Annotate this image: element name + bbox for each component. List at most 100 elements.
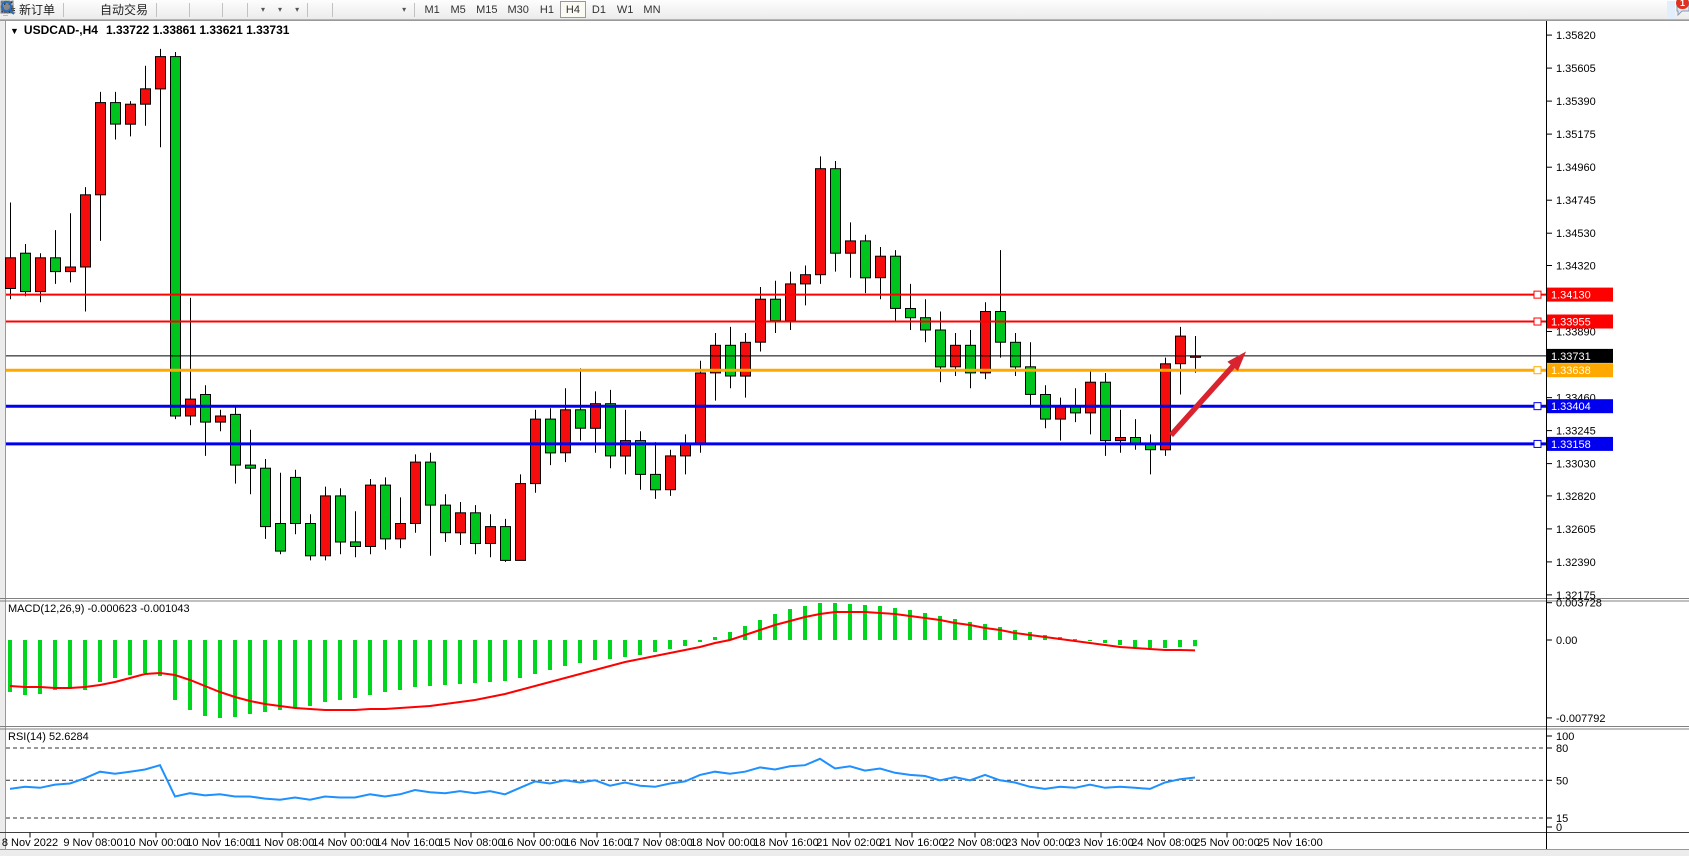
candle bbox=[141, 89, 151, 104]
toolbar-separator bbox=[189, 3, 190, 17]
period-menu-button[interactable]: ▾ bbox=[269, 1, 286, 19]
fibonacci-tool-button[interactable]: F bbox=[369, 1, 377, 19]
candle bbox=[111, 103, 121, 125]
tf-MN[interactable]: MN bbox=[638, 1, 665, 18]
toolbar-separator bbox=[247, 3, 248, 17]
svg-text:8 Nov 2022: 8 Nov 2022 bbox=[2, 837, 58, 849]
price-badge-1.33158: 1.33158 bbox=[1547, 437, 1613, 451]
trendline-tool-button[interactable] bbox=[353, 1, 361, 19]
ohlc-readout: 1.33722 1.33861 1.33621 1.33731 bbox=[106, 23, 290, 37]
candle bbox=[276, 524, 286, 552]
vertical-line-tool-button[interactable] bbox=[337, 1, 345, 19]
price-badge-1.33731: 1.33731 bbox=[1547, 349, 1613, 363]
tf-M30[interactable]: M30 bbox=[503, 1, 534, 18]
svg-text:25 Nov 16:00: 25 Nov 16:00 bbox=[1257, 837, 1322, 849]
svg-text:11 Nov 08:00: 11 Nov 08:00 bbox=[250, 837, 315, 849]
new-order-label: 新订单 bbox=[19, 1, 55, 18]
horizontal-line-tool-button[interactable] bbox=[345, 1, 353, 19]
candle bbox=[351, 542, 361, 547]
dropdown-arrow-icon: ▾ bbox=[261, 5, 265, 14]
hline-handle bbox=[1534, 367, 1541, 374]
candle bbox=[576, 410, 586, 428]
tf-M1[interactable]: M1 bbox=[419, 1, 445, 18]
candle bbox=[216, 416, 226, 422]
svg-text:15 Nov 08:00: 15 Nov 08:00 bbox=[438, 837, 503, 849]
candle bbox=[306, 524, 316, 556]
candle bbox=[906, 309, 916, 318]
candle bbox=[1176, 336, 1186, 364]
mt-terminal: { "toolbar": { "new_order": "新订单", "auto… bbox=[0, 0, 1689, 856]
zoom-out-button[interactable] bbox=[202, 1, 210, 19]
auto-scroll-button[interactable] bbox=[227, 1, 235, 19]
candle bbox=[6, 258, 16, 289]
svg-text:1.34130: 1.34130 bbox=[1551, 290, 1591, 302]
tile-windows-button[interactable] bbox=[210, 1, 218, 19]
svg-text:16 Nov 00:00: 16 Nov 00:00 bbox=[501, 837, 566, 849]
svg-text:14 Nov 00:00: 14 Nov 00:00 bbox=[312, 837, 377, 849]
notifications-button[interactable]: 1 bbox=[1675, 1, 1683, 19]
price-badge-1.33955: 1.33955 bbox=[1547, 315, 1613, 329]
candle bbox=[126, 104, 136, 124]
svg-text:1.33030: 1.33030 bbox=[1556, 459, 1596, 471]
svg-text:18 Nov 00:00: 18 Nov 00:00 bbox=[690, 837, 755, 849]
svg-text:-0.007792: -0.007792 bbox=[1556, 713, 1606, 725]
collapse-icon[interactable]: ▼ bbox=[10, 26, 19, 36]
chart-shift-button[interactable] bbox=[235, 1, 243, 19]
toolbar-separator bbox=[222, 3, 223, 17]
candle bbox=[831, 169, 841, 254]
toolbar-separator bbox=[63, 3, 64, 17]
template-menu-button[interactable]: ▾ bbox=[286, 1, 303, 19]
crosshair-tool-button[interactable] bbox=[320, 1, 328, 19]
price-badge-1.34130: 1.34130 bbox=[1547, 288, 1613, 302]
cursor-tool-button[interactable] bbox=[312, 1, 320, 19]
tf-W1[interactable]: W1 bbox=[612, 1, 639, 18]
search-button[interactable] bbox=[1667, 1, 1675, 19]
autotrading-label: 自动交易 bbox=[100, 1, 148, 18]
svg-text:23 Nov 00:00: 23 Nov 00:00 bbox=[1005, 837, 1070, 849]
candle bbox=[696, 373, 706, 444]
autotrading-button[interactable]: 自动交易 bbox=[92, 1, 152, 19]
candle bbox=[501, 527, 511, 561]
new-chart-button[interactable]: ▾ bbox=[252, 1, 269, 19]
market-depth-button[interactable] bbox=[68, 1, 76, 19]
candle bbox=[291, 477, 301, 523]
candle bbox=[636, 441, 646, 475]
svg-text:18 Nov 16:00: 18 Nov 16:00 bbox=[753, 837, 818, 849]
candle bbox=[96, 103, 106, 195]
toolbar-separator bbox=[307, 3, 308, 17]
candlestick-mode-button[interactable] bbox=[169, 1, 177, 19]
shapes-menu-button[interactable]: ▾ bbox=[393, 1, 410, 19]
svg-text:1.33638: 1.33638 bbox=[1551, 365, 1591, 377]
signals-button[interactable] bbox=[84, 1, 92, 19]
candle bbox=[546, 419, 556, 453]
label-tool-button[interactable]: T bbox=[385, 1, 393, 19]
tf-D1[interactable]: D1 bbox=[586, 1, 612, 18]
candle bbox=[81, 195, 91, 267]
svg-text:25 Nov 00:00: 25 Nov 00:00 bbox=[1194, 837, 1259, 849]
tf-H1[interactable]: H1 bbox=[534, 1, 560, 18]
chart-canvas[interactable]: 1.358201.356051.353901.351751.349601.347… bbox=[0, 0, 1689, 856]
line-chart-mode-button[interactable] bbox=[177, 1, 185, 19]
svg-text:1.34960: 1.34960 bbox=[1556, 162, 1596, 174]
tf-H4[interactable]: H4 bbox=[560, 1, 586, 18]
tf-M5[interactable]: M5 bbox=[445, 1, 471, 18]
hline-handle bbox=[1534, 318, 1541, 325]
candle bbox=[681, 444, 691, 456]
toolbox-button[interactable] bbox=[76, 1, 84, 19]
svg-text:80: 80 bbox=[1556, 743, 1568, 755]
tf-M15[interactable]: M15 bbox=[471, 1, 502, 18]
svg-text:1.34745: 1.34745 bbox=[1556, 195, 1596, 207]
candle bbox=[261, 468, 271, 526]
bar-chart-mode-button[interactable] bbox=[161, 1, 169, 19]
candle bbox=[606, 404, 616, 456]
svg-text:14 Nov 16:00: 14 Nov 16:00 bbox=[375, 837, 440, 849]
channel-tool-button[interactable]: E bbox=[361, 1, 369, 19]
candle bbox=[801, 275, 811, 284]
svg-text:21 Nov 02:00: 21 Nov 02:00 bbox=[816, 837, 881, 849]
candle bbox=[456, 513, 466, 533]
candle bbox=[366, 485, 376, 546]
text-tool-button[interactable]: A bbox=[377, 1, 385, 19]
zoom-in-button[interactable] bbox=[194, 1, 202, 19]
svg-text:50: 50 bbox=[1556, 775, 1568, 787]
new-order-button[interactable]: 新订单 bbox=[11, 1, 59, 19]
